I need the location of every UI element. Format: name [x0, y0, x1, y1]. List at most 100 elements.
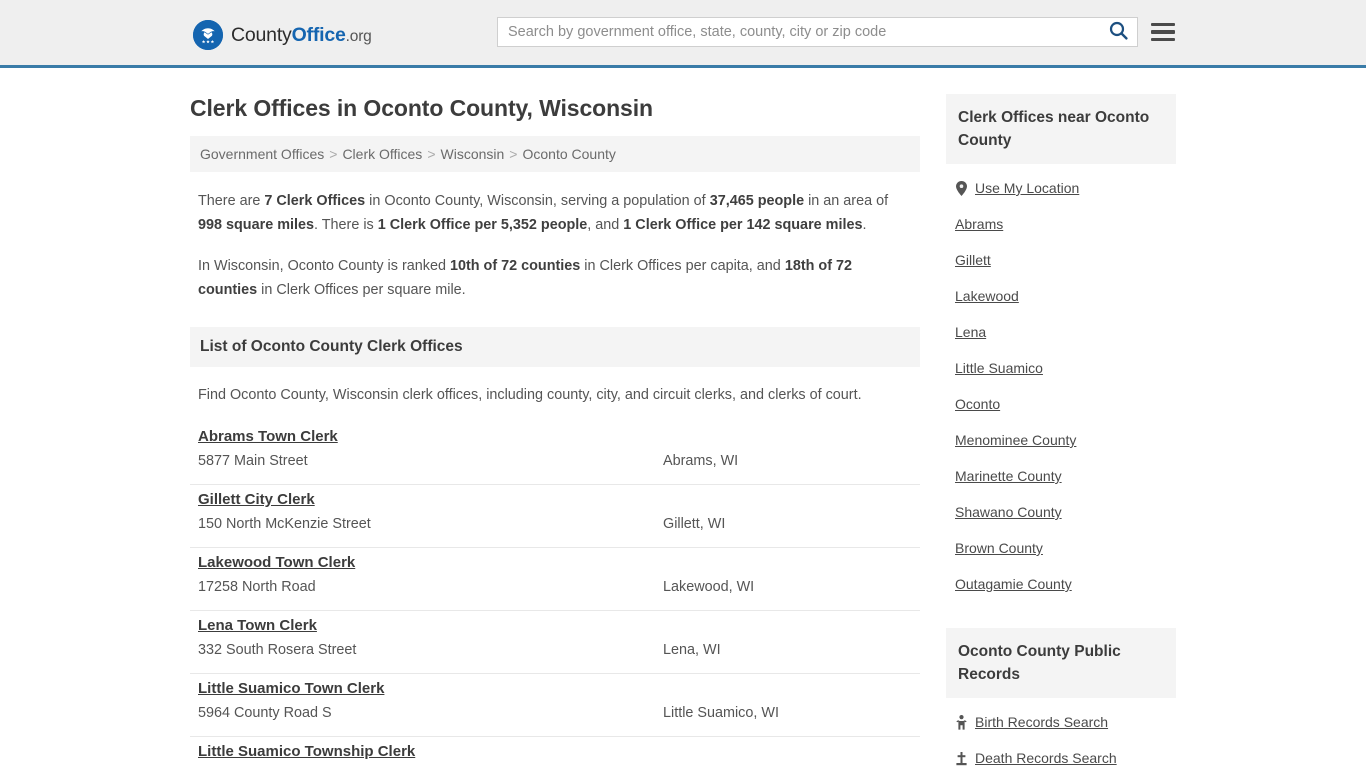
breadcrumb-item-clerk-offices[interactable]: Clerk Offices [342, 146, 422, 162]
nearby-link-row[interactable]: Shawano County [946, 494, 1176, 530]
logo-text-county: County [231, 23, 292, 46]
public-record-link-birth-records-search[interactable]: Birth Records Search [975, 713, 1108, 731]
office-meta: 5877 Main Street Abrams, WI [198, 451, 912, 471]
office-list: Abrams Town Clerk 5877 Main Street Abrams,… [190, 422, 920, 768]
search-input[interactable] [498, 18, 1099, 46]
use-my-location-row[interactable]: Use My Location [946, 170, 1176, 206]
search-button[interactable] [1099, 18, 1137, 46]
intro-text: in Clerk Offices per capita, and [580, 258, 785, 274]
intro-text: in an area of [804, 193, 889, 209]
hamburger-menu-icon[interactable] [1151, 20, 1175, 44]
intro-text: In Wisconsin, Oconto County is ranked [198, 258, 450, 274]
public-record-link-row[interactable]: Death Records Search [946, 740, 1176, 768]
office-list-item: Little Suamico Township Clerk5691 Dar Ke… [190, 737, 920, 768]
intro-text: , and [587, 217, 624, 233]
office-city-state: Lakewood, WI [663, 579, 755, 595]
office-meta: 5964 County Road S Little Suamico, WI [198, 703, 912, 723]
intro-text: in Oconto County, Wisconsin, serving a p… [365, 193, 710, 209]
nearby-link-row[interactable]: Outagamie County [946, 566, 1176, 602]
site-logo-text: CountyOffice.org [231, 24, 372, 47]
breadcrumb-item-oconto-county: Oconto County [522, 146, 616, 162]
site-header: CountyOffice.org [0, 0, 1366, 68]
nearby-link-lakewood[interactable]: Lakewood [955, 287, 1019, 305]
public-records-links: Birth Records Search Death Records Search [946, 698, 1176, 768]
office-city-state: Lena, WI [663, 642, 721, 658]
logo-text-office: Office [291, 23, 346, 46]
intro-highlight: 1 Clerk Office per 5,352 people [377, 217, 588, 233]
public-records-heading: Oconto County Public Records [946, 628, 1176, 698]
nearby-link-gillett[interactable]: Gillett [955, 251, 991, 269]
nearby-link-row[interactable]: Oconto [946, 386, 1176, 422]
office-list-item: Lena Town Clerk 332 South Rosera Street Le… [190, 611, 920, 674]
office-name-link[interactable]: Lakewood Town Clerk [198, 554, 355, 571]
page-title: Clerk Offices in Oconto County, Wisconsi… [190, 95, 653, 121]
office-name-link[interactable]: Lena Town Clerk [198, 617, 317, 634]
office-name-link[interactable]: Little Suamico Township Clerk [198, 743, 415, 760]
intro-highlight: 998 square miles [198, 217, 314, 233]
public-record-link-death-records-search[interactable]: Death Records Search [975, 749, 1117, 767]
nearby-link-little-suamico[interactable]: Little Suamico [955, 359, 1043, 377]
nearby-link-row[interactable]: Gillett [946, 242, 1176, 278]
nearby-link-shawano-county[interactable]: Shawano County [955, 503, 1062, 521]
list-section-description: Find Oconto County, Wisconsin clerk offi… [198, 387, 862, 403]
nearby-link-marinette-county[interactable]: Marinette County [955, 467, 1062, 485]
page-body: Clerk Offices in Oconto County, Wisconsi… [0, 68, 1366, 768]
office-list-item: Abrams Town Clerk 5877 Main Street Abrams,… [190, 422, 920, 485]
breadcrumb-separator: > [427, 146, 436, 162]
office-address: 150 North McKenzie Street [198, 516, 371, 532]
logo-text-tld: .org [345, 27, 372, 45]
office-address: 17258 North Road [198, 579, 316, 595]
public-record-link-row[interactable]: Birth Records Search [946, 704, 1176, 740]
nearby-link-row[interactable]: Lena [946, 314, 1176, 350]
breadcrumb-item-wisconsin[interactable]: Wisconsin [441, 146, 505, 162]
nearby-link-row[interactable]: Marinette County [946, 458, 1176, 494]
nearby-link-oconto[interactable]: Oconto [955, 395, 1000, 413]
office-meta: 332 South Rosera Street Lena, WI [198, 640, 912, 660]
search-icon [1109, 21, 1128, 43]
nearby-link-row[interactable]: Little Suamico [946, 350, 1176, 386]
nearby-link-row[interactable]: Brown County [946, 530, 1176, 566]
breadcrumb: Government Offices > Clerk Offices > Wiscons… [190, 136, 920, 172]
nearby-link-outagamie-county[interactable]: Outagamie County [955, 575, 1072, 593]
search-bar [497, 17, 1138, 47]
intro-text: There are [198, 193, 265, 209]
map-pin-icon [955, 180, 967, 196]
office-list-item: Gillett City Clerk 150 North McKenzie Str… [190, 485, 920, 548]
nearby-offices-heading: Clerk Offices near Oconto County [946, 94, 1176, 164]
eagle-seal-icon [193, 20, 223, 50]
grave-cross-icon [955, 750, 967, 766]
office-name-link[interactable]: Gillett City Clerk [198, 491, 315, 508]
nearby-link-brown-county[interactable]: Brown County [955, 539, 1043, 557]
office-meta: 17258 North Road Lakewood, WI [198, 577, 912, 597]
office-meta: 150 North McKenzie Street Gillett, WI [198, 514, 912, 534]
nearby-link-lena[interactable]: Lena [955, 323, 986, 341]
office-address: 5964 County Road S [198, 705, 332, 721]
intro-paragraph-2: In Wisconsin, Oconto County is ranked 10… [198, 254, 912, 302]
office-list-item: Lakewood Town Clerk 17258 North Road Lakew… [190, 548, 920, 611]
nearby-link-row[interactable]: Menominee County [946, 422, 1176, 458]
intro-highlight: 10th of 72 counties [449, 258, 581, 274]
nearby-offices-card: Clerk Offices near Oconto County Use My … [946, 94, 1176, 602]
breadcrumb-separator: > [329, 146, 338, 162]
nearby-link-menominee-county[interactable]: Menominee County [955, 431, 1076, 449]
nearby-link-row[interactable]: Lakewood [946, 278, 1176, 314]
baby-icon [955, 714, 967, 730]
public-records-card: Oconto County Public Records Birth Recor… [946, 628, 1176, 768]
intro-text: . There is [314, 217, 378, 233]
intro-paragraph-1: There are 7 Clerk Offices in Oconto Coun… [198, 189, 912, 237]
site-logo-link[interactable]: CountyOffice.org [193, 20, 372, 50]
breadcrumb-separator: > [509, 146, 518, 162]
nearby-link-abrams[interactable]: Abrams [955, 215, 1003, 233]
office-name-link[interactable]: Abrams Town Clerk [198, 428, 338, 445]
use-my-location-link[interactable]: Use My Location [975, 179, 1079, 197]
office-address: 332 South Rosera Street [198, 642, 357, 658]
hamburger-bar [1151, 37, 1175, 42]
office-list-item: Little Suamico Town Clerk 5964 County Roa… [190, 674, 920, 737]
list-section-heading: List of Oconto County Clerk Offices [190, 327, 920, 367]
breadcrumb-item-government-offices[interactable]: Government Offices [200, 146, 324, 162]
nearby-link-row[interactable]: Abrams [946, 206, 1176, 242]
office-name-link[interactable]: Little Suamico Town Clerk [198, 680, 384, 697]
intro-highlight: 7 Clerk Offices [264, 193, 366, 209]
nearby-offices-links: Use My Location Abrams Gillett Lakewood Lena… [946, 164, 1176, 602]
